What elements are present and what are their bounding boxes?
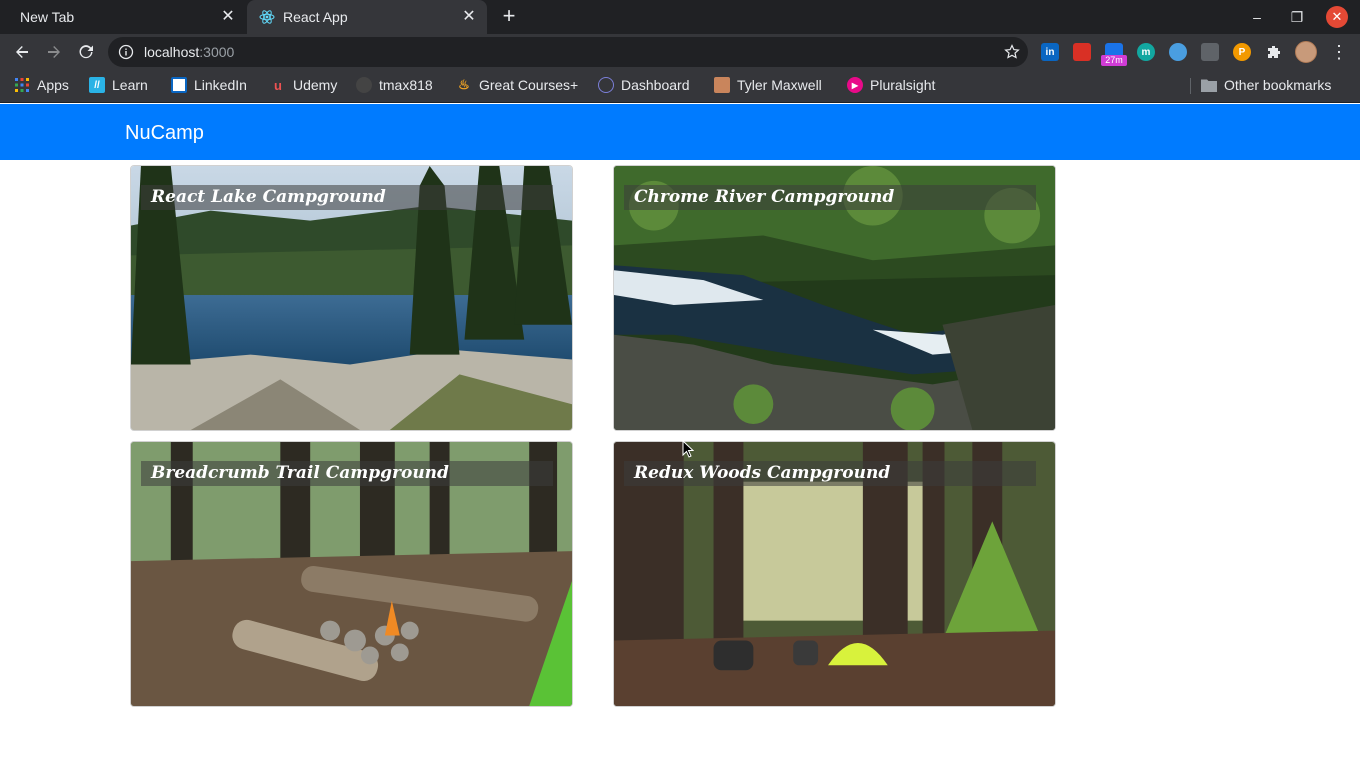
bookmark-label: LinkedIn: [194, 77, 247, 93]
bookmark-label: Dashboard: [621, 77, 690, 93]
mouse-cursor-icon: [682, 440, 694, 458]
window-close-icon[interactable]: ✕: [1326, 6, 1348, 28]
puzzle-extensions-icon[interactable]: [1265, 43, 1283, 61]
campsite-card[interactable]: Breadcrumb Trail Campground: [130, 441, 573, 707]
new-tab-plus-icon[interactable]: +: [498, 5, 520, 28]
bookmark-apps[interactable]: Apps: [14, 70, 69, 100]
bookmarks-bar: Apps // Learn LinkedIn u Udemy tmax818 ♨…: [0, 70, 1360, 103]
apps-grid-icon: [14, 77, 30, 93]
profile-icon: [714, 77, 730, 93]
bookmark-label: Other bookmarks: [1224, 77, 1332, 93]
url-port: :3000: [199, 44, 235, 60]
bookmark-linkedin[interactable]: LinkedIn: [171, 70, 247, 100]
more-menu-icon[interactable]: ⋮: [1330, 40, 1348, 64]
bookmark-learn[interactable]: // Learn: [89, 70, 148, 100]
bookmark-label: Apps: [37, 77, 69, 93]
back-arrow-icon[interactable]: [8, 38, 36, 66]
campsite-name: Redux Woods Campground: [624, 461, 1036, 486]
folder-icon: [1201, 77, 1217, 93]
forward-arrow-icon[interactable]: [40, 38, 68, 66]
udemy-icon: u: [274, 77, 282, 93]
bookmark-label: Pluralsight: [870, 77, 936, 93]
tab-title: New Tab: [20, 9, 75, 25]
minimize-icon[interactable]: –: [1246, 6, 1268, 28]
campsite-name: Chrome River Campground: [624, 185, 1036, 210]
browser-toolbar: localhost:3000: [0, 34, 1360, 70]
camera-extension-icon[interactable]: [1201, 43, 1219, 61]
flame-icon: ♨: [458, 77, 470, 92]
close-icon[interactable]: ✕: [461, 9, 477, 25]
restore-icon[interactable]: ❐: [1286, 6, 1308, 28]
other-bookmarks[interactable]: Other bookmarks: [1201, 70, 1331, 100]
site-info-icon[interactable]: [118, 44, 134, 60]
bookmark-label: Udemy: [293, 77, 338, 93]
learn-icon: //: [89, 77, 105, 93]
bookmark-dashboard[interactable]: Dashboard: [598, 70, 690, 100]
campsite-name: React Lake Campground: [141, 185, 553, 210]
bookmark-label: tmax818: [379, 77, 433, 93]
linkedin-icon: [171, 77, 187, 93]
tab-react-app[interactable]: React App ✕: [247, 0, 487, 34]
reload-icon[interactable]: [72, 38, 100, 66]
tab-strip: New Tab ✕ React App ✕ + – ❐ ✕: [0, 0, 1360, 34]
brand-link[interactable]: NuCamp: [125, 121, 204, 145]
bookmark-tyler-maxwell[interactable]: Tyler Maxwell: [714, 70, 822, 100]
orange-extension-icon[interactable]: P: [1233, 43, 1251, 61]
bookmark-tmax818[interactable]: tmax818: [356, 70, 433, 100]
extension-badge: 27m: [1101, 55, 1127, 66]
bookmark-label: Tyler Maxwell: [737, 77, 822, 93]
app-navbar: NuCamp: [0, 104, 1360, 160]
react-logo-icon: [259, 9, 275, 25]
campsite-card[interactable]: Chrome River Campground: [613, 165, 1056, 431]
bookmark-label: Learn: [112, 77, 148, 93]
profile-avatar[interactable]: [1295, 41, 1317, 63]
address-bar[interactable]: localhost:3000: [108, 37, 1028, 67]
teal-extension-icon[interactable]: m: [1137, 43, 1155, 61]
bookmark-great-courses[interactable]: ♨ Great Courses+: [456, 70, 578, 100]
campsite-card[interactable]: React Lake Campground: [130, 165, 573, 431]
bookmark-pluralsight[interactable]: ▶ Pluralsight: [847, 70, 935, 100]
url-host: localhost: [144, 44, 200, 60]
close-icon[interactable]: ✕: [220, 9, 236, 25]
tab-title: React App: [283, 9, 348, 25]
pluralsight-icon: ▶: [847, 77, 863, 93]
bookmark-star-icon[interactable]: [1004, 44, 1020, 60]
github-icon: [356, 77, 372, 93]
linkedin-extension-icon[interactable]: in: [1041, 43, 1059, 61]
campsite-name: Breadcrumb Trail Campground: [141, 461, 553, 486]
red-extension-icon[interactable]: [1073, 43, 1091, 61]
tab-new-tab[interactable]: New Tab ✕: [0, 0, 246, 34]
blue-circle-extension-icon[interactable]: [1169, 43, 1187, 61]
dashboard-icon: [598, 77, 614, 93]
bookmark-udemy[interactable]: u Udemy: [270, 70, 337, 100]
campsite-card[interactable]: Redux Woods Campground: [613, 441, 1056, 707]
bookmarks-separator: [1190, 78, 1191, 94]
bookmark-label: Great Courses+: [479, 77, 579, 93]
